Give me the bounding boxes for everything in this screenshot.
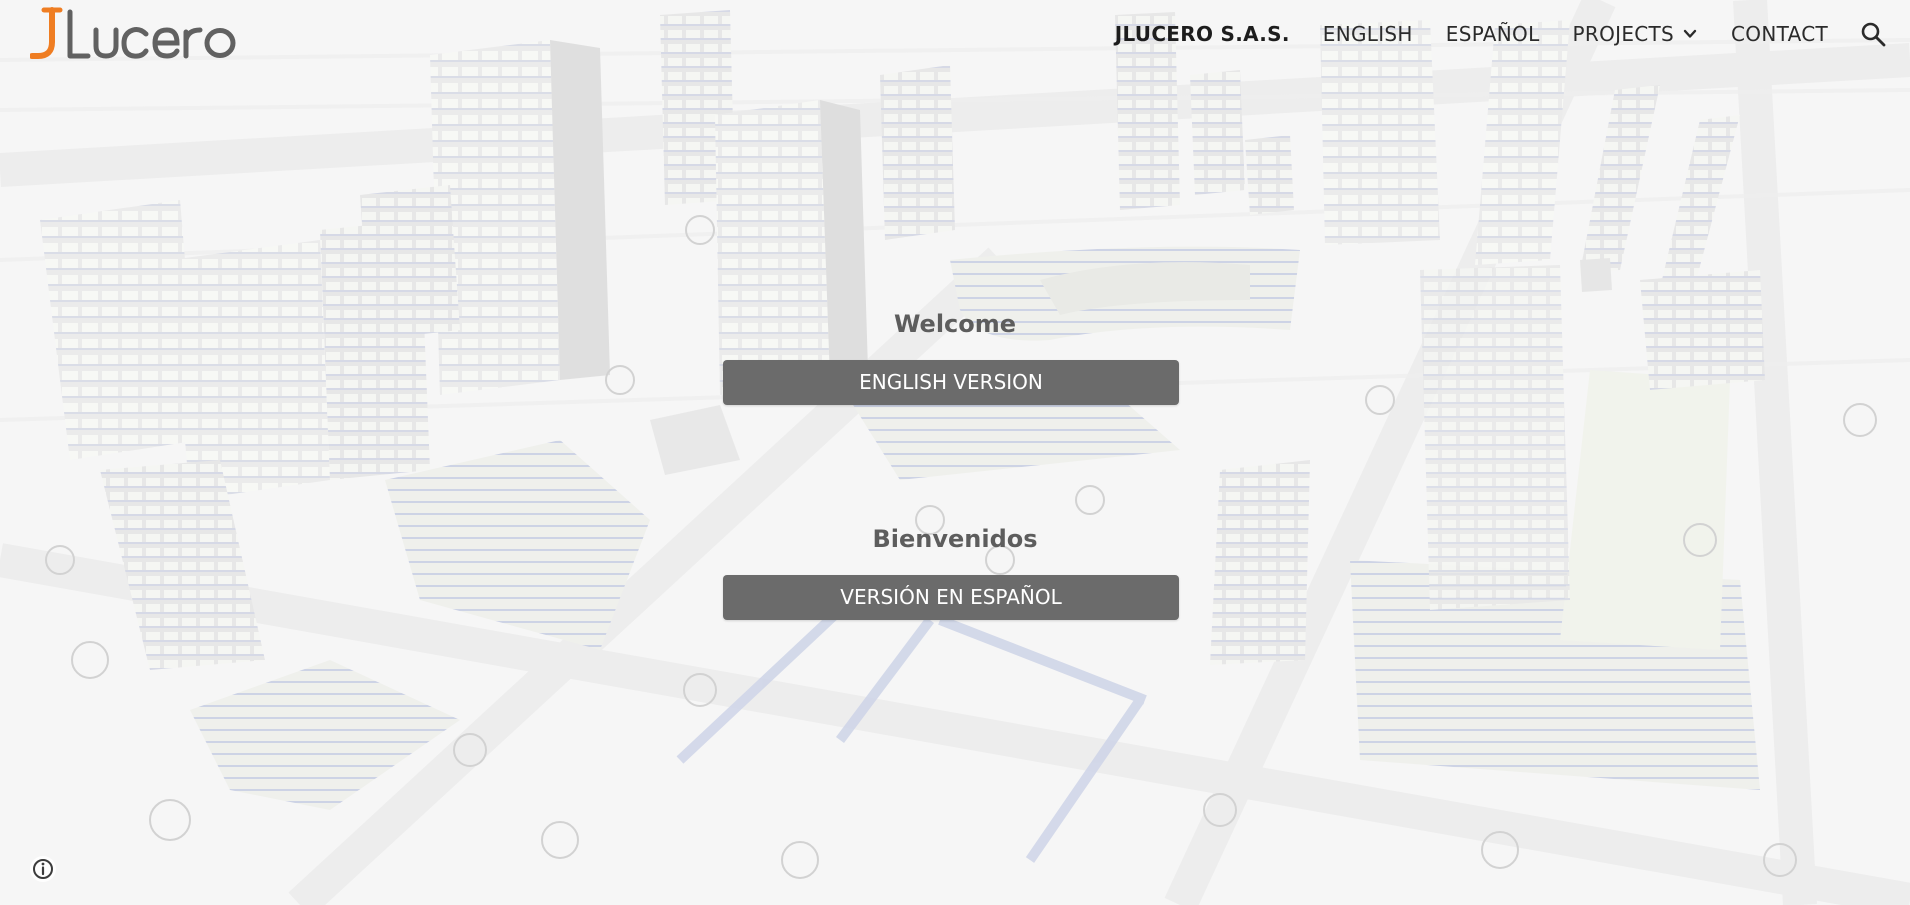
english-version-button[interactable]: ENGLISH VERSION xyxy=(723,360,1179,405)
site-logo[interactable] xyxy=(30,6,244,62)
nav-item-label: PROJECTS xyxy=(1572,22,1675,46)
nav-item-projects[interactable]: PROJECTS xyxy=(1573,22,1699,46)
hero-overlay xyxy=(0,0,1910,905)
search-icon[interactable] xyxy=(1860,21,1886,47)
info-icon[interactable] xyxy=(29,855,57,883)
nav-item-contact[interactable]: CONTACT xyxy=(1731,22,1828,46)
welcome-heading: Welcome xyxy=(893,310,1017,338)
spanish-version-button[interactable]: VERSIÓN EN ESPAÑOL xyxy=(723,575,1179,620)
nav-item-label: ESPAÑOL xyxy=(1445,22,1540,46)
chevron-down-icon[interactable] xyxy=(1682,26,1698,42)
nav-item-label: CONTACT xyxy=(1731,22,1828,46)
nav-item-espanol[interactable]: ESPAÑOL xyxy=(1446,22,1540,46)
bienvenidos-heading: Bienvenidos xyxy=(872,525,1038,553)
nav-item-jlucero[interactable]: JLUCERO S.A.S. xyxy=(1115,22,1290,46)
spanish-section: Bienvenidos xyxy=(0,524,1910,554)
site-header: JLUCERO S.A.S. ENGLISH ESPAÑOL PROJECTS … xyxy=(0,0,1910,68)
nav-item-label: ENGLISH xyxy=(1322,22,1413,46)
english-section: Welcome xyxy=(0,309,1910,339)
nav-item-english[interactable]: ENGLISH xyxy=(1323,22,1413,46)
nav-item-label: JLUCERO S.A.S. xyxy=(1114,22,1290,46)
main-navigation: JLUCERO S.A.S. ENGLISH ESPAÑOL PROJECTS … xyxy=(1082,0,1910,68)
